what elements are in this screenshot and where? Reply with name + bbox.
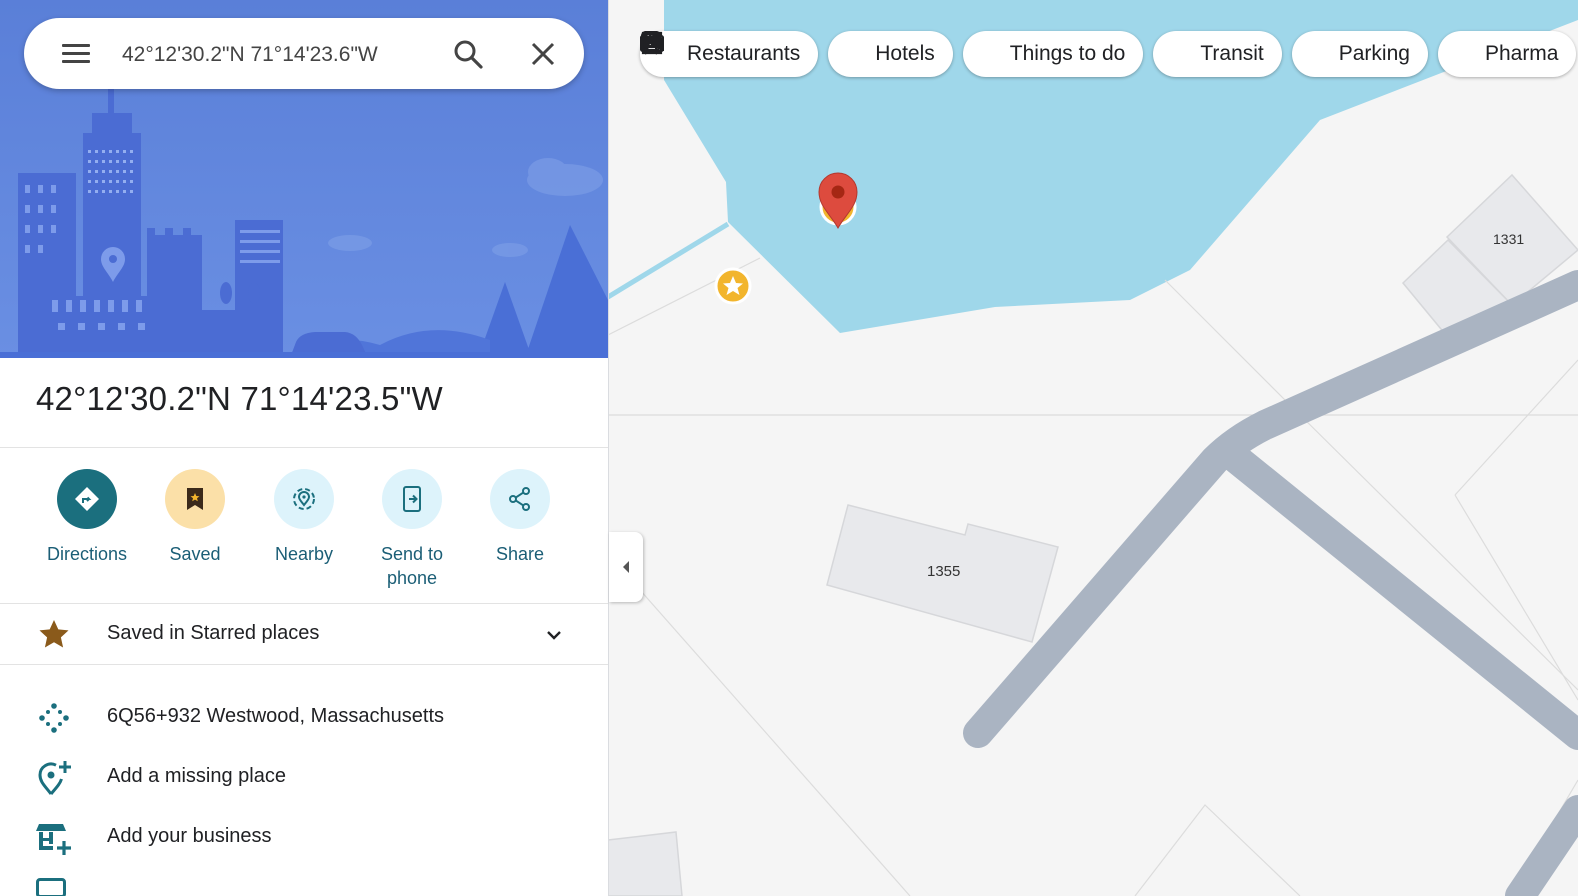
chip-hotels[interactable]: Hotels — [642, 31, 953, 77]
divider — [0, 664, 608, 665]
add-location-icon — [38, 761, 71, 795]
pharmacy-icon — [641, 31, 1476, 66]
saved-button[interactable]: Saved — [141, 469, 249, 566]
chip-label: Restaurants — [687, 42, 801, 65]
chip-label: Things to do — [1009, 42, 1126, 65]
category-chips: Restaurants Hotels Things to do Transit … — [640, 31, 1577, 79]
action-label: Nearby — [274, 544, 334, 564]
chip-pharmacy[interactable]: Pharma — [641, 31, 1577, 77]
parking-icon — [643, 32, 1330, 66]
search-icon — [454, 40, 483, 69]
nearby-icon — [293, 488, 315, 510]
chip-label: Pharma — [1484, 42, 1559, 65]
send-to-phone-icon — [403, 486, 421, 512]
send-to-phone-button[interactable]: Send to phone — [358, 469, 466, 590]
chevron-down-icon — [547, 631, 561, 640]
nearby-button[interactable]: Nearby — [250, 469, 358, 566]
plus-code-icon — [39, 703, 69, 733]
saved-bookmark-icon — [187, 488, 203, 510]
share-icon — [509, 487, 530, 511]
directions-icon — [75, 487, 99, 511]
action-label: Saved — [169, 544, 221, 564]
chip-things-to-do[interactable]: Things to do — [640, 31, 1144, 77]
transit-icon — [640, 31, 1191, 66]
chip-parking[interactable]: Parking — [643, 31, 1428, 77]
close-icon — [531, 42, 555, 66]
building-label-1331: 1331 — [1493, 231, 1525, 247]
action-label: Share — [495, 544, 545, 564]
collapse-panel-button[interactable] — [609, 532, 643, 602]
share-button[interactable]: Share — [466, 469, 574, 566]
building-bottom-left — [607, 831, 683, 896]
plus-code-text: 6Q56+932 Westwood, Massachusetts — [107, 705, 445, 727]
next-row-partial — [36, 878, 66, 896]
menu-button[interactable] — [62, 42, 92, 66]
chip-label: Transit — [1200, 42, 1264, 65]
chip-label: Hotels — [875, 42, 935, 65]
action-label: Send to phone — [380, 544, 444, 588]
plus-code-row[interactable]: 6Q56+932 Westwood, Massachusetts — [0, 690, 608, 742]
add-business-row[interactable]: Add your business — [0, 810, 608, 862]
chip-transit[interactable]: Transit — [640, 31, 1282, 77]
starred-place-marker — [714, 267, 752, 305]
search-input[interactable] — [120, 36, 424, 74]
side-panel: 42°12'30.2"N 71°14'23.5"W Directions Sav… — [0, 0, 609, 896]
location-pin — [818, 172, 858, 230]
add-business-text: Add your business — [107, 825, 272, 847]
search-box — [24, 18, 584, 89]
add-missing-place-row[interactable]: Add a missing place — [0, 750, 608, 802]
saved-list-label: Saved in Starred places — [107, 622, 320, 644]
hotel-icon — [642, 34, 866, 66]
building-label-1355: 1355 — [927, 563, 961, 580]
clear-search-button[interactable] — [529, 40, 557, 68]
search-button[interactable] — [452, 38, 484, 70]
chip-restaurants[interactable]: Restaurants — [640, 31, 819, 77]
saved-list-row[interactable]: Saved in Starred places — [0, 604, 608, 664]
add-missing-place-text: Add a missing place — [107, 765, 286, 787]
chip-label: Parking — [1338, 42, 1410, 65]
directions-button[interactable]: Directions — [33, 469, 141, 566]
place-title: 42°12'30.2"N 71°14'23.5"W — [36, 380, 443, 417]
action-label: Directions — [46, 544, 128, 564]
camera-icon — [640, 31, 1001, 66]
divider — [0, 447, 608, 448]
add-business-icon — [36, 824, 71, 855]
caret-left-icon — [623, 561, 629, 573]
star-icon — [39, 620, 69, 648]
